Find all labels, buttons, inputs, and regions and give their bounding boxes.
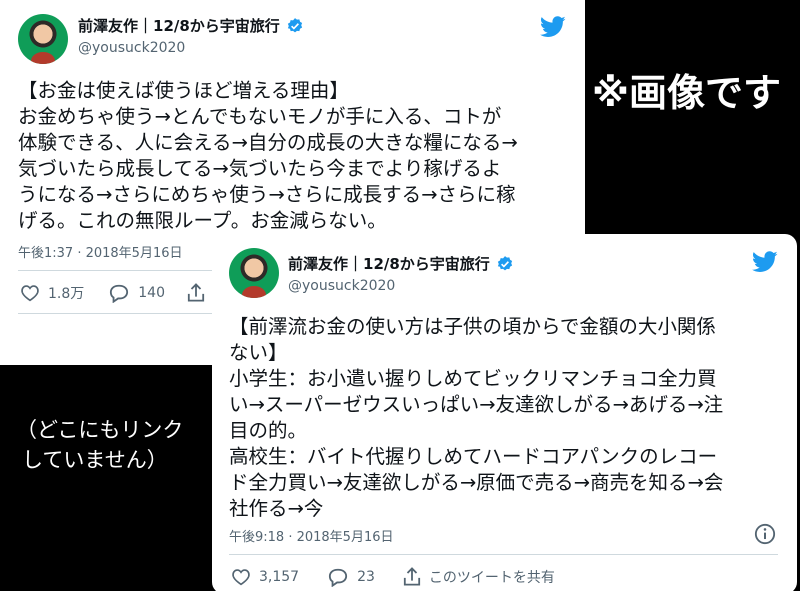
display-name[interactable]: 前澤友作｜12/8から宇宙旅行 [288, 253, 490, 274]
reply-button[interactable]: 23 [327, 567, 375, 587]
heart-icon [20, 284, 40, 302]
tweet-text: 【お金は使えば使うほど増える理由】 お金めちゃ使う→とんでもないモノが手に入る、… [18, 78, 518, 234]
handle[interactable]: @yousuck2020 [78, 40, 185, 56]
share-button[interactable]: このツイートを共有 [403, 567, 555, 587]
action-bar: 3,157 23 このツイートを共有 [231, 567, 555, 587]
share-button[interactable] [187, 283, 205, 303]
handle[interactable]: @yousuck2020 [288, 278, 395, 294]
info-icon[interactable] [754, 523, 776, 549]
tweet-text: 【前澤流お金の使い方は子供の頃からで金額の大小関係 ない】 小学生：お小遣い握り… [229, 314, 723, 522]
reply-bubble-icon [327, 567, 349, 587]
no-link-note: （どこにもリンク していません） [16, 415, 183, 475]
image-note-label: ※画像です [592, 71, 781, 115]
avatar[interactable] [229, 248, 279, 298]
verified-badge-icon [286, 17, 304, 35]
like-count: 3,157 [259, 569, 300, 585]
action-bar: 1.8万 140 [20, 283, 205, 303]
tweet-text-line: 小学生：お小遣い握りしめてビックリマンチョコ全力買 [229, 367, 717, 390]
tweet-card-2[interactable]: 前澤友作｜12/8から宇宙旅行 @yousuck2020 【前澤流お金の使い方は… [212, 234, 797, 591]
tweet-text-line: 【前澤流お金の使い方は子供の頃からで金額の大小関係 [229, 315, 716, 338]
screenshot-stage: 前澤友作｜12/8から宇宙旅行 @yousuck2020 【お金は使えば使うほど… [0, 0, 800, 591]
no-link-note-line: していません） [22, 448, 168, 472]
tweet-text-line: 【お金は使えば使うほど増える理由】 [18, 79, 349, 102]
like-count: 1.8万 [48, 286, 85, 302]
timestamp[interactable]: 午後1:37 · 2018年5月16日 [18, 242, 183, 261]
tweet-text-line: げる。これの無限ループ。お金減らない。 [18, 209, 387, 232]
tweet-text-line: 目の的。 [229, 419, 308, 442]
like-button[interactable]: 1.8万 [20, 283, 84, 303]
tweet-text-line: 高校生：バイト代握りしめてハードコアパンクのレコー [229, 445, 718, 468]
tweet-text-line: 体験できる、人に会える→自分の成長の大きな糧になる→ [18, 131, 518, 154]
tweet-text-line: ない】 [229, 341, 288, 364]
twitter-bird-icon[interactable] [751, 251, 778, 277]
tweet-text-line: ド全力買い→友達欲しがる→原価で売る→商売を知る→会 [229, 471, 724, 494]
reply-button[interactable]: 140 [108, 283, 165, 303]
timestamp[interactable]: 午後9:18 · 2018年5月16日 [229, 526, 394, 545]
author-name-row: 前澤友作｜12/8から宇宙旅行 [288, 253, 514, 274]
verified-badge-icon [496, 255, 514, 273]
heart-icon [231, 568, 251, 586]
like-button[interactable]: 3,157 [231, 568, 299, 586]
reply-count: 140 [138, 285, 165, 301]
twitter-bird-icon[interactable] [539, 16, 566, 42]
tweet-text-line: 社作る→今 [229, 497, 324, 520]
display-name[interactable]: 前澤友作｜12/8から宇宙旅行 [78, 15, 280, 36]
share-label: このツイートを共有 [428, 570, 555, 586]
tweet-text-line: うになる→さらにめちゃ使う→さらに成長する→さらに稼 [18, 183, 516, 206]
share-icon [403, 567, 421, 587]
avatar[interactable] [18, 14, 68, 64]
reply-bubble-icon [108, 283, 130, 303]
divider [229, 554, 778, 555]
tweet-text-line: い→スーパーゼウスいっぱい→友達欲しがる→あげる→注 [229, 393, 724, 416]
author-name-row: 前澤友作｜12/8から宇宙旅行 [78, 15, 304, 36]
no-link-note-line: （どこにもリンク [16, 418, 184, 442]
tweet-text-line: お金めちゃ使う→とんでもないモノが手に入る、コトが [18, 105, 502, 128]
reply-count: 23 [357, 569, 375, 585]
tweet-text-line: 気づいたら成長してる→気づいたら今までより稼げるよ [18, 157, 502, 180]
share-icon [187, 283, 205, 303]
